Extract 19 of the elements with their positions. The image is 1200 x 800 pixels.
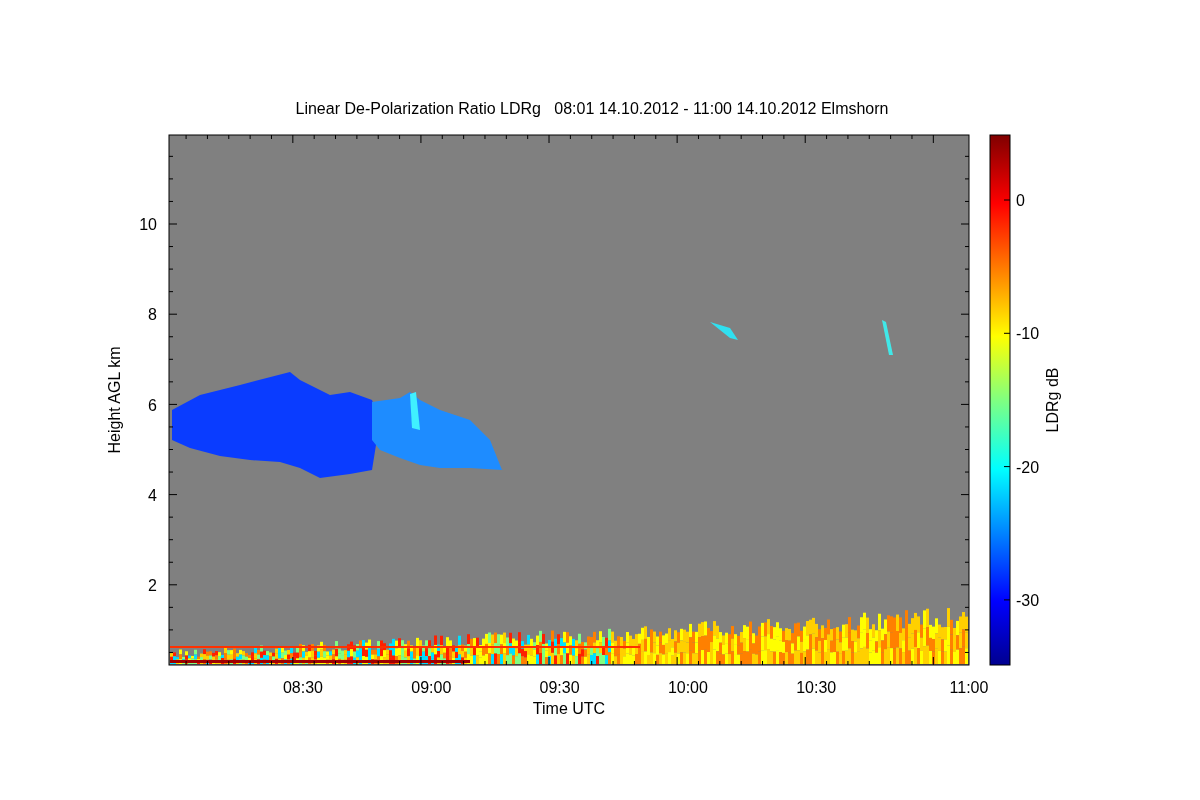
- y-tick-label: 10: [139, 216, 157, 234]
- y-tick-label: 8: [148, 306, 157, 324]
- colorbar-tick-label: 0: [1016, 192, 1025, 209]
- x-tick-label: 10:00: [667, 679, 708, 696]
- x-tick-label: 08:30: [283, 679, 323, 696]
- y-axis-label: Height AGL km: [106, 346, 123, 454]
- x-tick-label: 09:30: [539, 679, 580, 696]
- y-tick-label: 6: [148, 396, 157, 414]
- colorbar-tick-label: -20: [1016, 458, 1040, 476]
- x-tick-label: 10:30: [796, 679, 837, 696]
- chart-title: Linear De-Polarization Ratio LDRg 08:01 14.10.2012 - 11:00 14.10.2012 Elmshorn: [295, 100, 889, 117]
- y-tick-label: 2: [148, 577, 157, 594]
- x-axis-label: Time UTC: [532, 700, 606, 717]
- colorbar-label: LDRg dB: [1044, 367, 1061, 433]
- colorbar-tick-label: -30: [1016, 591, 1040, 609]
- x-tick-label: 09:00: [411, 679, 452, 696]
- x-tick-label: 11:00: [949, 679, 989, 696]
- colorbar-tick-label: -10: [1016, 325, 1040, 343]
- y-tick-label: 4: [148, 486, 157, 504]
